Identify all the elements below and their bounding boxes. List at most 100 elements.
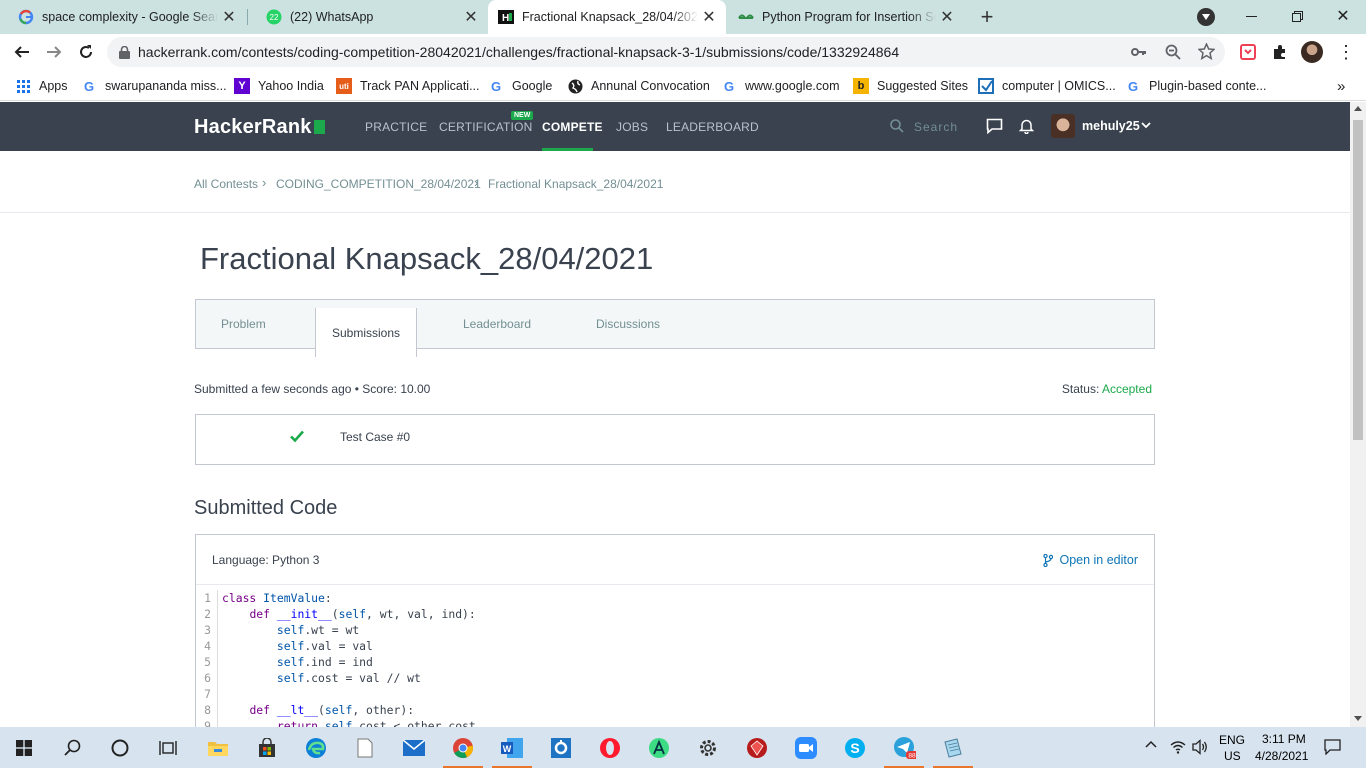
breadcrumb-all-contests[interactable]: All Contests	[194, 177, 258, 191]
profile-avatar-icon[interactable]	[1298, 38, 1326, 66]
new-tab-button[interactable]: +	[975, 4, 999, 29]
google-icon: G	[1127, 78, 1139, 94]
test-case-label[interactable]: Test Case #0	[340, 430, 410, 444]
tab-title: Fractional Knapsack_28/04/2021	[522, 10, 698, 24]
tab-submissions[interactable]: Submissions	[315, 308, 418, 357]
microsoft-store-icon[interactable]	[243, 727, 291, 768]
action-center-icon[interactable]	[1324, 739, 1341, 755]
browser-tab-gfg[interactable]: Python Program for Insertion Sort ✕	[728, 0, 964, 34]
tab-problem[interactable]: Problem	[221, 300, 266, 348]
status-badge: Accepted	[1101, 382, 1152, 396]
clock-date[interactable]: 4/28/2021	[1255, 749, 1308, 763]
browser-tab-whatsapp[interactable]: 22 (22) WhatsApp ✕	[248, 0, 488, 34]
close-icon[interactable]: ✕	[218, 6, 240, 28]
scrollbar-thumb[interactable]	[1353, 120, 1363, 440]
nav-certification[interactable]: CERTIFICATION	[439, 120, 533, 134]
google-icon: G	[723, 78, 735, 94]
mail-icon[interactable]	[390, 727, 438, 768]
close-icon[interactable]: ✕	[698, 6, 720, 28]
search-icon[interactable]	[48, 727, 96, 768]
bookmark-omics[interactable]: computer | OMICS...	[978, 76, 1116, 96]
address-bar[interactable]: hackerrank.com/contests/coding-competiti…	[107, 37, 1225, 67]
scroll-down-arrow-icon[interactable]	[1354, 716, 1362, 721]
browser-toolbar: hackerrank.com/contests/coding-competiti…	[0, 34, 1366, 70]
nav-compete[interactable]: COMPETE	[542, 120, 603, 134]
zoom-app-icon[interactable]	[782, 727, 830, 768]
word-icon[interactable]: W	[488, 727, 536, 768]
hackerrank-logo[interactable]: HackerRank	[194, 116, 325, 139]
svg-text:W: W	[503, 744, 512, 754]
clock-time[interactable]: 3:11 PM	[1262, 732, 1306, 746]
browser-tab-hackerrank[interactable]: H Fractional Knapsack_28/04/2021 ✕	[488, 0, 726, 34]
skype-icon[interactable]: S	[831, 727, 879, 768]
app-ruby-icon[interactable]	[733, 727, 781, 768]
window-close-icon[interactable]: ✕	[1332, 4, 1354, 28]
tab-discussions[interactable]: Discussions	[596, 300, 660, 348]
input-language[interactable]: ENG	[1219, 733, 1245, 747]
search-icon	[890, 119, 904, 133]
bookmarks-overflow-chevron[interactable]: »	[1337, 76, 1345, 96]
minimize-icon[interactable]	[1240, 4, 1262, 28]
settings-gear-icon[interactable]	[684, 727, 732, 768]
pocket-extension-icon[interactable]	[1234, 38, 1262, 66]
messages-icon[interactable]	[986, 118, 1003, 134]
tab-leaderboard[interactable]: Leaderboard	[463, 300, 531, 348]
nav-leaderboard[interactable]: LEADERBOARD	[666, 120, 759, 134]
nav-practice[interactable]: PRACTICE	[365, 120, 427, 134]
notifications-bell-icon[interactable]	[1019, 118, 1034, 134]
yahoo-icon: Y	[234, 78, 250, 94]
chrome-icon[interactable]	[439, 727, 487, 768]
bookmark-suggested-sites[interactable]: b Suggested Sites	[853, 76, 968, 96]
code-line: 6 self.cost = val // wt	[196, 670, 1154, 686]
cortana-icon[interactable]	[96, 727, 144, 768]
android-studio-icon[interactable]	[635, 727, 683, 768]
blank-document-icon[interactable]	[341, 727, 389, 768]
opera-icon[interactable]	[586, 727, 634, 768]
bookmark-apps[interactable]: Apps	[15, 76, 68, 96]
omics-icon	[978, 78, 994, 94]
svg-text:88: 88	[908, 752, 916, 759]
edge-browser-icon[interactable]	[292, 727, 340, 768]
open-in-editor-label: Open in editor	[1059, 553, 1138, 567]
wifi-icon[interactable]	[1170, 739, 1186, 755]
bookmark-annunal-convocation[interactable]: Annunal Convocation	[567, 76, 710, 96]
restore-icon[interactable]	[1286, 4, 1308, 28]
scroll-up-arrow-icon[interactable]	[1354, 106, 1362, 111]
bookmark-star-icon[interactable]	[1198, 43, 1215, 60]
bookmark-www-google[interactable]: G www.google.com	[721, 76, 840, 96]
nav-jobs[interactable]: JOBS	[616, 120, 648, 134]
notepad-icon[interactable]	[929, 727, 977, 768]
browser-tab-google-search[interactable]: space complexity - Google Search ✕	[0, 0, 246, 34]
control-panel-icon[interactable]	[537, 727, 585, 768]
extensions-puzzle-icon[interactable]	[1266, 38, 1294, 66]
bookmark-track-pan[interactable]: uti Track PAN Applicati...	[336, 76, 479, 96]
breadcrumb-challenge[interactable]: Fractional Knapsack_28/04/2021	[488, 177, 663, 191]
reload-icon[interactable]	[72, 38, 100, 66]
open-in-editor-button[interactable]: Open in editor	[1043, 553, 1138, 567]
username[interactable]: mehuly25	[1082, 119, 1140, 133]
forward-arrow-icon[interactable]	[40, 38, 68, 66]
zoom-icon[interactable]	[1165, 44, 1181, 60]
tab-search-icon[interactable]	[1197, 8, 1215, 26]
bookmark-google[interactable]: G Google	[488, 76, 552, 96]
close-icon[interactable]: ✕	[936, 6, 958, 28]
volume-icon[interactable]	[1192, 739, 1209, 755]
telegram-icon[interactable]: 88	[880, 727, 928, 768]
bookmark-plugin-based[interactable]: G Plugin-based conte...	[1125, 76, 1267, 96]
close-icon[interactable]: ✕	[460, 6, 482, 28]
submission-info: Submitted a few seconds ago • Score: 10.…	[194, 382, 431, 396]
bookmark-swarupananda[interactable]: G swarupananda miss...	[81, 76, 227, 96]
file-explorer-icon[interactable]	[194, 727, 242, 768]
chevron-down-icon[interactable]	[1141, 122, 1151, 129]
chevron-up-icon[interactable]	[1145, 740, 1157, 748]
search-input[interactable]: Search	[914, 120, 958, 134]
kebab-menu-icon[interactable]: ⋮	[1332, 38, 1360, 66]
windows-start-icon[interactable]	[0, 727, 48, 768]
page-scrollbar[interactable]	[1350, 102, 1366, 727]
bookmark-yahoo-india[interactable]: Y Yahoo India	[234, 76, 324, 96]
key-icon[interactable]	[1131, 44, 1147, 60]
back-arrow-icon[interactable]	[8, 38, 36, 66]
avatar[interactable]	[1051, 114, 1075, 138]
breadcrumb-contest[interactable]: CODING_COMPETITION_28/04/2021	[276, 177, 481, 191]
task-view-icon[interactable]	[144, 727, 192, 768]
